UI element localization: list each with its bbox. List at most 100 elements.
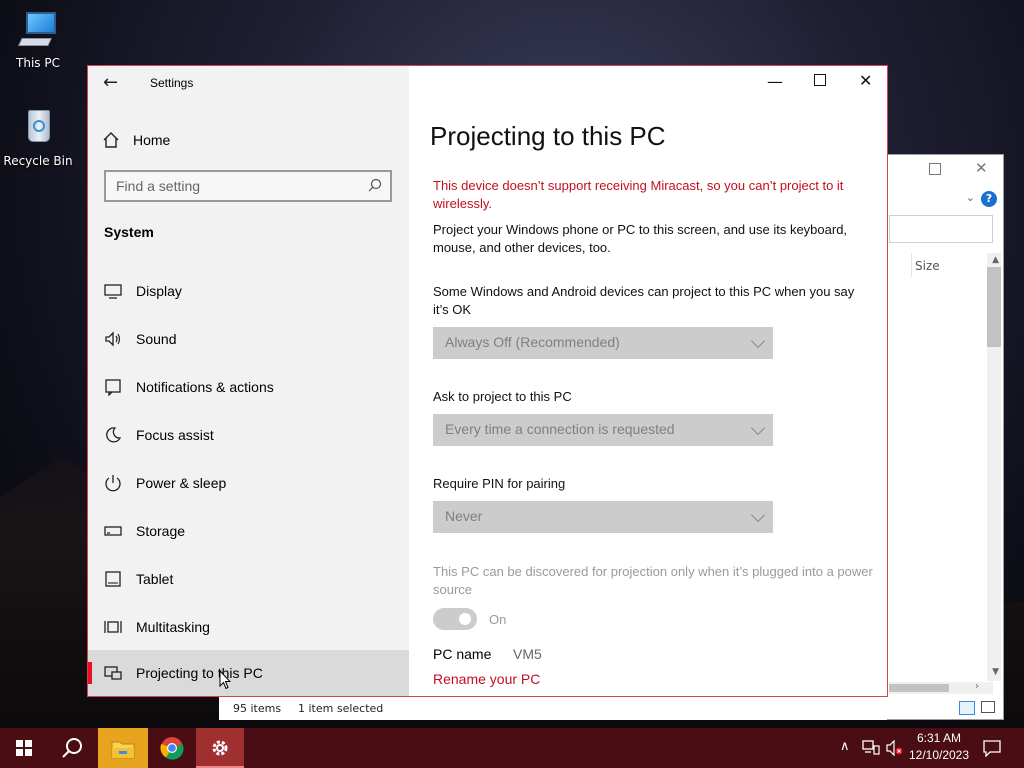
status-item-count: 95 items [233, 702, 282, 715]
projection-availability-dropdown[interactable]: Always Off (Recommended) [433, 327, 773, 359]
require-pin-dropdown[interactable]: Never [433, 501, 773, 533]
taskbar-settings[interactable] [196, 728, 244, 768]
home-nav[interactable]: Home [102, 130, 170, 150]
maximize-icon[interactable] [814, 74, 826, 86]
start-button[interactable] [0, 728, 48, 768]
sidebar-item-storage[interactable]: Storage [88, 508, 409, 554]
help-icon[interactable]: ? [981, 191, 997, 207]
system-clock[interactable]: 6:31 AM 12/10/2023 [900, 730, 978, 764]
power-icon [105, 475, 121, 492]
taskbar: ∧ 6:31 AM 12/10/2023 [0, 728, 1024, 768]
chevron-down-icon [750, 333, 766, 349]
notification-icon [105, 379, 121, 396]
clock-time: 6:31 AM [916, 731, 962, 745]
desktop-icon-this-pc[interactable]: This PC [0, 8, 76, 70]
setting2-label: Ask to project to this PC [433, 389, 572, 404]
sidebar-item-notifications[interactable]: Notifications & actions [88, 364, 409, 410]
sidebar-item-label: Projecting to this PC [136, 665, 263, 681]
file-explorer-window: ✕ ⌄ ? Size ▲ ▼ › [886, 154, 1004, 720]
scroll-up-icon[interactable]: ▲ [992, 255, 999, 265]
ask-to-project-dropdown[interactable]: Every time a connection is requested [433, 414, 773, 446]
sidebar-item-focus-assist[interactable]: Focus assist [88, 412, 409, 458]
taskbar-search-button[interactable] [48, 728, 96, 768]
details-view-icon[interactable] [959, 701, 975, 715]
status-selected-count: 1 item selected [298, 702, 384, 715]
toggle-knob [459, 613, 471, 625]
sidebar-item-display[interactable]: Display [88, 268, 409, 314]
scrollbar-thumb[interactable] [987, 267, 1001, 347]
search-field[interactable] [104, 170, 392, 202]
page-title: Projecting to this PC [430, 121, 666, 151]
column-divider [911, 253, 912, 277]
minimize-icon[interactable]: — [767, 72, 783, 91]
sidebar-item-label: Focus assist [136, 427, 214, 443]
speaker-icon [105, 331, 121, 347]
sidebar-item-label: Power & sleep [136, 475, 227, 491]
settings-content: — ✕ Projecting to this PC This device do… [409, 66, 887, 696]
monitor-icon [104, 284, 122, 299]
search-box[interactable] [889, 215, 993, 243]
power-source-toggle[interactable] [433, 608, 477, 630]
intro-text: Project your Windows phone or PC to this… [433, 222, 848, 255]
projecting-icon [104, 666, 122, 680]
sidebar-item-label: Sound [136, 331, 177, 347]
multitasking-icon [104, 621, 122, 633]
horizontal-scrollbar-thumb[interactable] [889, 684, 949, 692]
column-header-size[interactable]: Size [915, 259, 940, 273]
settings-sidebar: ← Settings Home System Display Sound [88, 66, 409, 696]
app-title: Settings [150, 76, 194, 90]
sidebar-item-sound[interactable]: Sound [88, 316, 409, 362]
rename-pc-link[interactable]: Rename your PC [433, 671, 540, 687]
section-heading: System [104, 224, 154, 240]
mouse-cursor-icon [219, 670, 231, 690]
taskbar-chrome[interactable] [148, 728, 196, 768]
scroll-right-icon[interactable]: › [975, 681, 979, 692]
moon-icon [106, 427, 122, 443]
setting3-label: Require PIN for pairing [433, 476, 566, 491]
sidebar-item-label: Notifications & actions [136, 379, 274, 395]
sidebar-item-label: Display [136, 283, 182, 299]
sidebar-item-projecting[interactable]: Projecting to this PC [88, 650, 409, 696]
search-input[interactable] [106, 172, 356, 200]
sidebar-item-label: Tablet [136, 571, 174, 587]
toggle-state-label: On [489, 612, 507, 627]
network-icon[interactable] [862, 740, 880, 756]
explorer-status-bar: 95 items 1 item selected [219, 697, 887, 720]
chevron-down-icon [750, 420, 766, 436]
settings-icon [212, 740, 228, 756]
chrome-icon [160, 737, 184, 760]
chevron-down-icon[interactable]: ⌄ [966, 191, 975, 204]
show-hidden-icons-chevron[interactable]: ∧ [840, 738, 850, 754]
windows-start-icon [16, 740, 32, 756]
sidebar-item-label: Multitasking [136, 619, 210, 635]
setting1-label: Some Windows and Android devices can pro… [433, 284, 855, 317]
large-icons-view-icon[interactable] [981, 701, 995, 713]
sidebar-item-multitasking[interactable]: Multitasking [88, 604, 409, 650]
dropdown-value: Never [445, 508, 483, 524]
taskbar-file-explorer[interactable] [98, 728, 148, 768]
power-source-note: This PC can be discovered for projection… [433, 564, 873, 597]
desktop-icon-recycle-bin[interactable]: Recycle Bin [0, 106, 76, 168]
tablet-icon [105, 571, 121, 587]
pc-name-value: VM5 [513, 646, 542, 662]
file-explorer-icon [111, 741, 135, 759]
recycle-bin-icon [16, 106, 60, 150]
clock-date: 12/10/2023 [908, 748, 970, 762]
sidebar-item-power-sleep[interactable]: Power & sleep [88, 460, 409, 506]
sidebar-item-label: Storage [136, 523, 186, 539]
sidebar-item-tablet[interactable]: Tablet [88, 556, 409, 602]
maximize-icon[interactable] [929, 163, 941, 175]
desktop-icon-label: This PC [16, 56, 60, 70]
back-arrow-icon[interactable]: ← [103, 72, 118, 93]
dropdown-value: Every time a connection is requested [445, 421, 675, 437]
close-icon[interactable]: ✕ [975, 159, 988, 177]
computer-icon [16, 8, 60, 52]
search-icon[interactable] [368, 178, 382, 192]
action-center-icon[interactable] [983, 739, 1001, 757]
miracast-warning: This device doesn’t support receiving Mi… [433, 178, 844, 211]
home-label: Home [133, 132, 171, 148]
chevron-down-icon [750, 507, 766, 523]
close-icon[interactable]: ✕ [859, 71, 872, 90]
scroll-down-icon[interactable]: ▼ [992, 667, 999, 677]
search-icon [62, 738, 82, 758]
